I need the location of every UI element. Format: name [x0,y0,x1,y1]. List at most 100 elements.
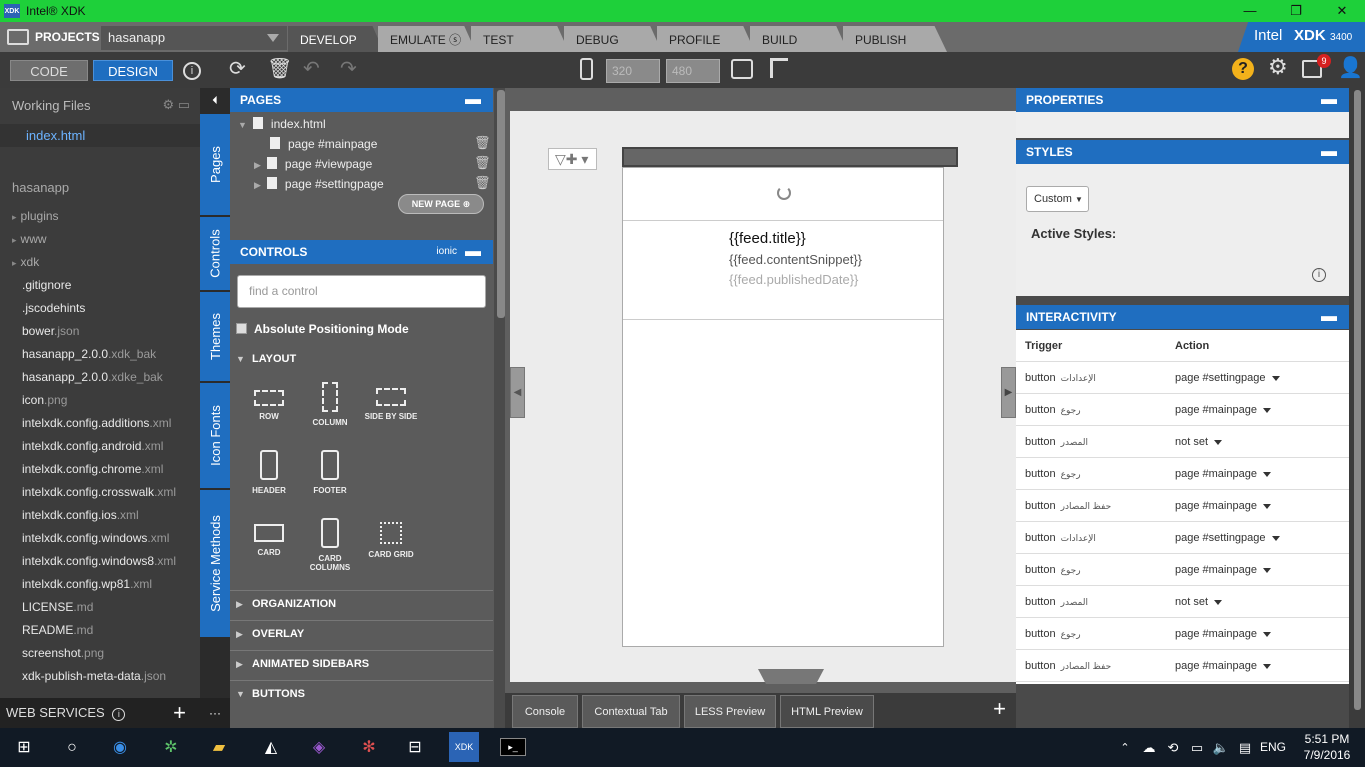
add-tab-button[interactable]: + [993,696,1006,722]
device-portrait-icon[interactable] [580,58,593,80]
file-item[interactable]: intelxdk.config.wp81.xml [0,573,200,596]
file-item[interactable]: .gitignore [0,274,200,297]
firefox-icon[interactable]: ◉ [108,736,132,760]
width-field[interactable]: 320 [606,59,660,83]
help-icon[interactable]: ? [1232,58,1254,80]
table-row[interactable]: button المصدر not set [1016,586,1349,618]
tab-test[interactable]: TEST [471,26,569,52]
action-select[interactable]: page #mainpage [1175,468,1271,480]
info-icon[interactable]: i [112,708,126,721]
add-service-button[interactable]: + [173,698,186,728]
refresh-icon[interactable]: ⟳ [229,59,246,79]
file-item[interactable]: icon.png [0,389,200,412]
vtab-service-methods[interactable]: Service Methods [200,490,230,638]
controls-header[interactable]: CONTROLS ionic ▬ [230,240,493,264]
control-row[interactable]: ROW [239,382,299,421]
projects-button[interactable]: PROJECTS [0,22,100,52]
section-layout[interactable]: ▼ LAYOUT [236,353,296,365]
folder-xdk[interactable]: ▸ xdk [0,251,200,274]
action-select[interactable]: page #mainpage [1175,628,1271,640]
table-row[interactable]: button رجوع page #mainpage [1016,458,1349,490]
open-file-index[interactable]: index.html [0,124,200,147]
maximize-button[interactable]: ❐ [1273,0,1319,22]
file-item[interactable]: intelxdk.config.ios.xml [0,504,200,527]
vtab-pages[interactable]: Pages [200,114,230,216]
tab-console[interactable]: Console [512,695,578,728]
interactivity-header[interactable]: INTERACTIVITY ▬ [1016,305,1349,329]
chevron-up-icon[interactable]: ⌃ [1113,736,1137,760]
control-card-columns[interactable]: CARD COLUMNS [300,518,360,572]
feed-date[interactable]: {{feed.publishedDate}} [729,272,858,287]
windows-start-icon[interactable]: ⊞ [12,736,36,760]
collapse-icon[interactable]: ▬ [465,88,481,112]
search-circle-icon[interactable]: ○ [60,736,84,760]
feed-title[interactable]: {{feed.title}} [729,230,806,247]
gear-icon[interactable]: ⚙ [1268,56,1288,78]
action-select[interactable]: page #settingpage [1175,532,1280,544]
file-item[interactable]: xdk-publish-meta-data.json [0,665,200,688]
undo-icon[interactable]: ↶ [303,59,320,79]
collapse-icon[interactable]: ▬ [465,240,481,264]
info-icon[interactable]: i [1312,268,1326,282]
file-item[interactable]: intelxdk.config.windows8.xml [0,550,200,573]
control-footer[interactable]: FOOTER [300,450,360,495]
sync-icon[interactable]: ⟲ [1161,736,1185,760]
action-select[interactable]: page #mainpage [1175,660,1271,672]
styles-header[interactable]: STYLES ▬ [1016,140,1349,164]
page-settingpage[interactable]: ▶ page #settingpage [254,177,384,191]
table-row[interactable]: button المصدر not set [1016,426,1349,458]
language-indicator[interactable]: ENG [1260,740,1286,754]
tab-contextual[interactable]: Contextual Tab [582,695,680,728]
height-field[interactable]: 480 [666,59,720,83]
collapse-icon[interactable]: ▬ [1321,305,1337,329]
tab-profile[interactable]: PROFILE [657,26,755,52]
cloud-icon[interactable]: ☁ [1137,736,1161,760]
file-item[interactable]: intelxdk.config.android.xml [0,435,200,458]
panel-scrollbar[interactable] [497,90,505,318]
ruler-icon[interactable] [770,58,788,78]
table-row[interactable]: button الإعدادات page #settingpage [1016,522,1349,554]
properties-header[interactable]: PROPERTIES ▬ [1016,88,1349,112]
tab-publish[interactable]: PUBLISH [843,26,947,52]
section-overlay[interactable]: ▶ OVERLAY [236,628,304,640]
minimize-button[interactable]: — [1227,0,1273,22]
style-select[interactable]: Custom ▼ [1026,186,1089,212]
file-item[interactable]: intelxdk.config.windows.xml [0,527,200,550]
action-select[interactable]: page #mainpage [1175,564,1271,576]
file-item[interactable]: hasanapp_2.0.0.xdk_bak [0,343,200,366]
network-app-icon[interactable]: ✻ [357,736,381,760]
code-button[interactable]: CODE [10,60,88,81]
table-row[interactable]: button رجوع page #mainpage [1016,554,1349,586]
absolute-positioning-toggle[interactable]: Absolute Positioning Mode [236,322,409,336]
right-scrollbar[interactable] [1349,88,1365,728]
table-row[interactable]: button رجوع page #mainpage [1016,394,1349,426]
tab-build[interactable]: BUILD [750,26,848,52]
file-item[interactable]: bower.json [0,320,200,343]
volume-icon[interactable]: 🔈 [1209,736,1233,760]
settings-icon[interactable]: ⚙ ▭ [162,97,190,113]
control-column[interactable]: COLUMN [300,382,360,427]
trash-icon[interactable]: 🗑 [267,59,292,79]
project-select[interactable]: hasanapp [101,26,287,50]
new-page-button[interactable]: NEW PAGE ⊕ [398,194,484,214]
folder-plugins[interactable]: ▸ plugins [0,205,200,228]
file-item[interactable]: hasanapp_2.0.0.xdke_bak [0,366,200,389]
terminal-icon[interactable]: ▸_ [500,738,526,756]
checkbox[interactable] [236,323,247,334]
feed-snippet[interactable]: {{feed.contentSnippet}} [729,252,862,267]
file-explorer-icon[interactable]: ▰ [207,736,231,760]
file-item[interactable]: screenshot.png [0,642,200,665]
unity-icon[interactable]: ◭ [259,736,283,760]
device-bottom-handle[interactable] [758,669,824,684]
action-select[interactable]: page #mainpage [1175,500,1271,512]
project-root[interactable]: hasanapp [0,176,200,199]
tab-emulate[interactable]: EMULATE ⓢ [378,26,476,52]
close-button[interactable]: ✕ [1319,0,1365,22]
table-row[interactable]: button رجوع page #mainpage [1016,618,1349,650]
filter-add-button[interactable]: ▽✚ ▾ [548,148,597,170]
file-item[interactable]: intelxdk.config.chrome.xml [0,458,200,481]
network-icon[interactable]: ▭ [1185,736,1209,760]
atom-icon[interactable]: ✲ [159,736,183,760]
tab-less-preview[interactable]: LESS Preview [684,695,776,728]
tab-debug[interactable]: DEBUG [564,26,662,52]
